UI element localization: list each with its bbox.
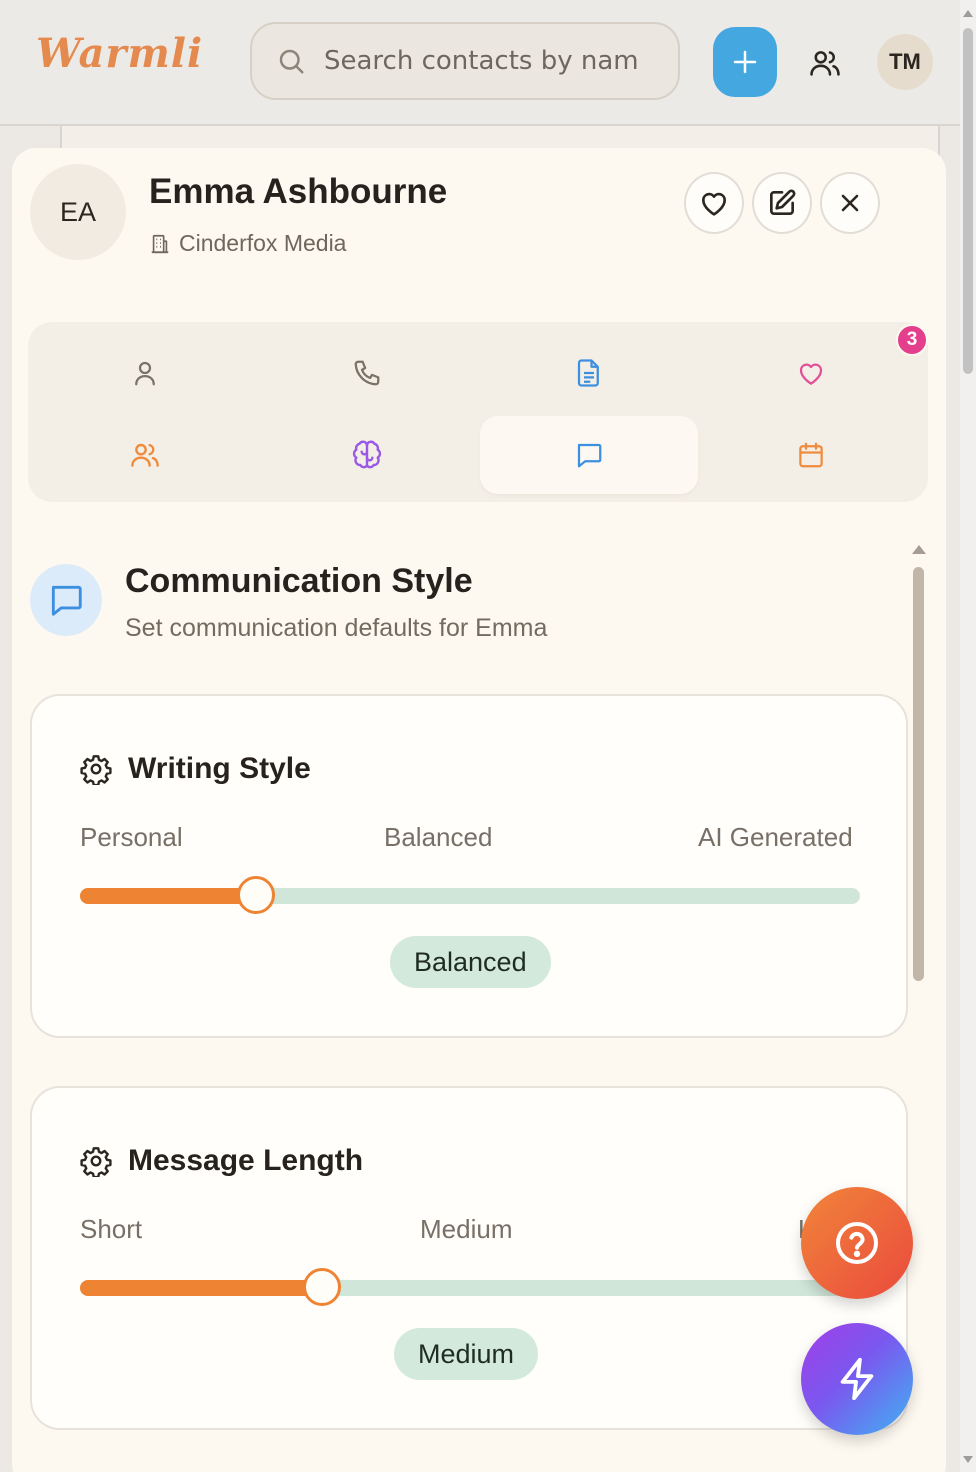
section-tabs (28, 322, 928, 502)
message-length-title: Message Length (128, 1144, 364, 1177)
slider-fill (80, 888, 256, 904)
scale-label-ai-generated: AI Generated (698, 822, 853, 852)
contact-name: Emma Ashbourne (149, 172, 448, 211)
tab-insights[interactable] (258, 416, 476, 494)
close-icon (841, 194, 859, 212)
phone-icon (354, 360, 380, 386)
top-bar: Warmli TM (0, 0, 960, 126)
app-logo[interactable]: Warmli (36, 30, 203, 77)
scroll-thumb[interactable] (913, 567, 924, 981)
user-avatar[interactable]: TM (877, 34, 933, 90)
writing-style-value: Balanced (390, 936, 551, 988)
heart-icon (799, 363, 823, 385)
help-icon (836, 1222, 878, 1264)
section-title: Communication Style (125, 562, 473, 600)
scale-label-balanced: Balanced (384, 822, 493, 852)
scroll-up-arrow[interactable] (912, 545, 926, 554)
page-scroll-down[interactable] (963, 1456, 973, 1463)
heart-icon (702, 192, 726, 216)
section-icon (30, 564, 102, 636)
brain-icon (352, 440, 382, 469)
message-icon (51, 585, 82, 616)
building-icon (151, 234, 169, 253)
calendar-icon (799, 442, 823, 468)
message-length-slider[interactable] (80, 1268, 860, 1306)
section-subtitle: Set communication defaults for Emma (125, 614, 548, 642)
writing-style-slider[interactable] (80, 876, 860, 914)
tab-connections[interactable] (36, 416, 254, 494)
company-name: Cinderfox Media (179, 230, 347, 256)
users-icon (810, 51, 840, 76)
document-icon (577, 359, 599, 387)
edit-contact-button[interactable] (752, 172, 812, 234)
quick-action-button[interactable] (801, 1323, 913, 1435)
add-contact-button[interactable] (713, 27, 777, 97)
gear-icon (80, 755, 112, 785)
favorite-button[interactable] (684, 172, 744, 234)
page-scrollbar[interactable] (960, 0, 976, 1472)
tab-relationship[interactable] (702, 334, 920, 412)
message-length-value: Medium (394, 1328, 539, 1380)
message-length-header: Message Length (80, 1144, 363, 1178)
scale-label-medium: Medium (420, 1214, 513, 1244)
search-box[interactable] (250, 22, 680, 100)
tab-notes[interactable] (480, 334, 698, 412)
plus-icon (733, 50, 757, 74)
gear-icon (80, 1147, 112, 1177)
page-scroll-up[interactable] (963, 10, 973, 17)
close-button[interactable] (820, 172, 880, 234)
contact-avatar: EA (30, 164, 126, 260)
search-icon (279, 49, 304, 74)
tab-communication[interactable] (480, 416, 698, 494)
tab-profile[interactable] (36, 334, 254, 412)
writing-style-title: Writing Style (128, 752, 311, 785)
edit-icon (770, 189, 796, 215)
contact-detail-panel: EA Emma Ashbourne Cinderfox Media 3 Comm… (12, 148, 946, 1472)
writing-style-header: Writing Style (80, 752, 311, 786)
slider-thumb[interactable] (236, 876, 275, 914)
lightning-icon (840, 1357, 874, 1401)
message-icon (577, 443, 602, 468)
help-button[interactable] (801, 1187, 913, 1299)
message-length-card: Message Length Short Medium L Medium (30, 1086, 908, 1430)
slider-fill (80, 1280, 322, 1296)
writing-style-card: Writing Style Personal Balanced AI Gener… (30, 694, 908, 1038)
notification-badge: 3 (896, 324, 928, 356)
contacts-button[interactable] (800, 38, 850, 88)
tab-events[interactable] (702, 416, 920, 494)
user-icon (135, 361, 155, 386)
contact-company: Cinderfox Media (149, 230, 346, 257)
page-scroll-thumb[interactable] (963, 28, 973, 374)
users-icon (131, 443, 159, 467)
slider-thumb[interactable] (302, 1268, 341, 1306)
scale-label-personal: Personal (80, 822, 183, 852)
tab-calls[interactable] (258, 334, 476, 412)
scale-label-short: Short (80, 1214, 143, 1244)
search-input[interactable] (324, 46, 654, 76)
panel-scrollbar[interactable] (912, 545, 926, 985)
